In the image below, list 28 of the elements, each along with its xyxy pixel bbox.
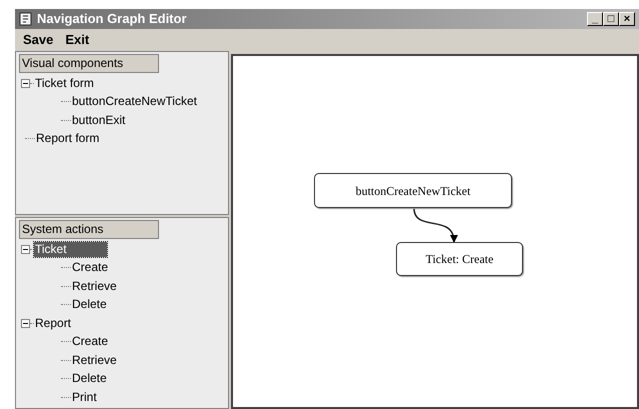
tree-item[interactable]: buttonExit <box>71 112 126 128</box>
menu-item[interactable]: Save <box>23 30 54 50</box>
tree-item[interactable]: Delete <box>71 371 108 386</box>
menu-item[interactable]: Exit <box>65 30 90 50</box>
tree-item[interactable]: Retrieve <box>71 352 118 368</box>
close-button[interactable]: × <box>619 12 635 26</box>
app-icon <box>19 12 33 26</box>
tree-item[interactable]: Retrieve <box>71 278 118 294</box>
tree-item[interactable]: Ticket form <box>34 76 95 91</box>
tree-item[interactable]: Report <box>34 316 72 331</box>
tree-item[interactable]: Create <box>71 334 110 350</box>
tree-item[interactable]: Ticket <box>34 242 107 257</box>
minimize-button[interactable]: _ <box>587 12 603 26</box>
panel-header: Visual components <box>19 54 159 73</box>
maximize-button[interactable]: □ <box>603 12 619 26</box>
tree-item[interactable]: Create <box>71 260 110 276</box>
window-title: Navigation Graph Editor <box>37 10 187 28</box>
graph-node[interactable]: buttonCreateNewTicket <box>314 173 512 208</box>
collapse-toggle[interactable] <box>21 78 30 88</box>
collapse-toggle[interactable] <box>21 244 30 254</box>
tree-item[interactable]: Delete <box>71 297 108 312</box>
graph-node[interactable]: Ticket: Create <box>396 242 523 276</box>
tree-item[interactable]: buttonCreateNewTicket <box>71 94 198 110</box>
edge-arrow <box>413 208 458 243</box>
tree-item[interactable]: Print <box>71 390 98 405</box>
collapse-toggle[interactable] <box>21 318 30 328</box>
panel-header: System actions <box>19 220 159 239</box>
tree-item[interactable]: Report form <box>35 131 100 146</box>
